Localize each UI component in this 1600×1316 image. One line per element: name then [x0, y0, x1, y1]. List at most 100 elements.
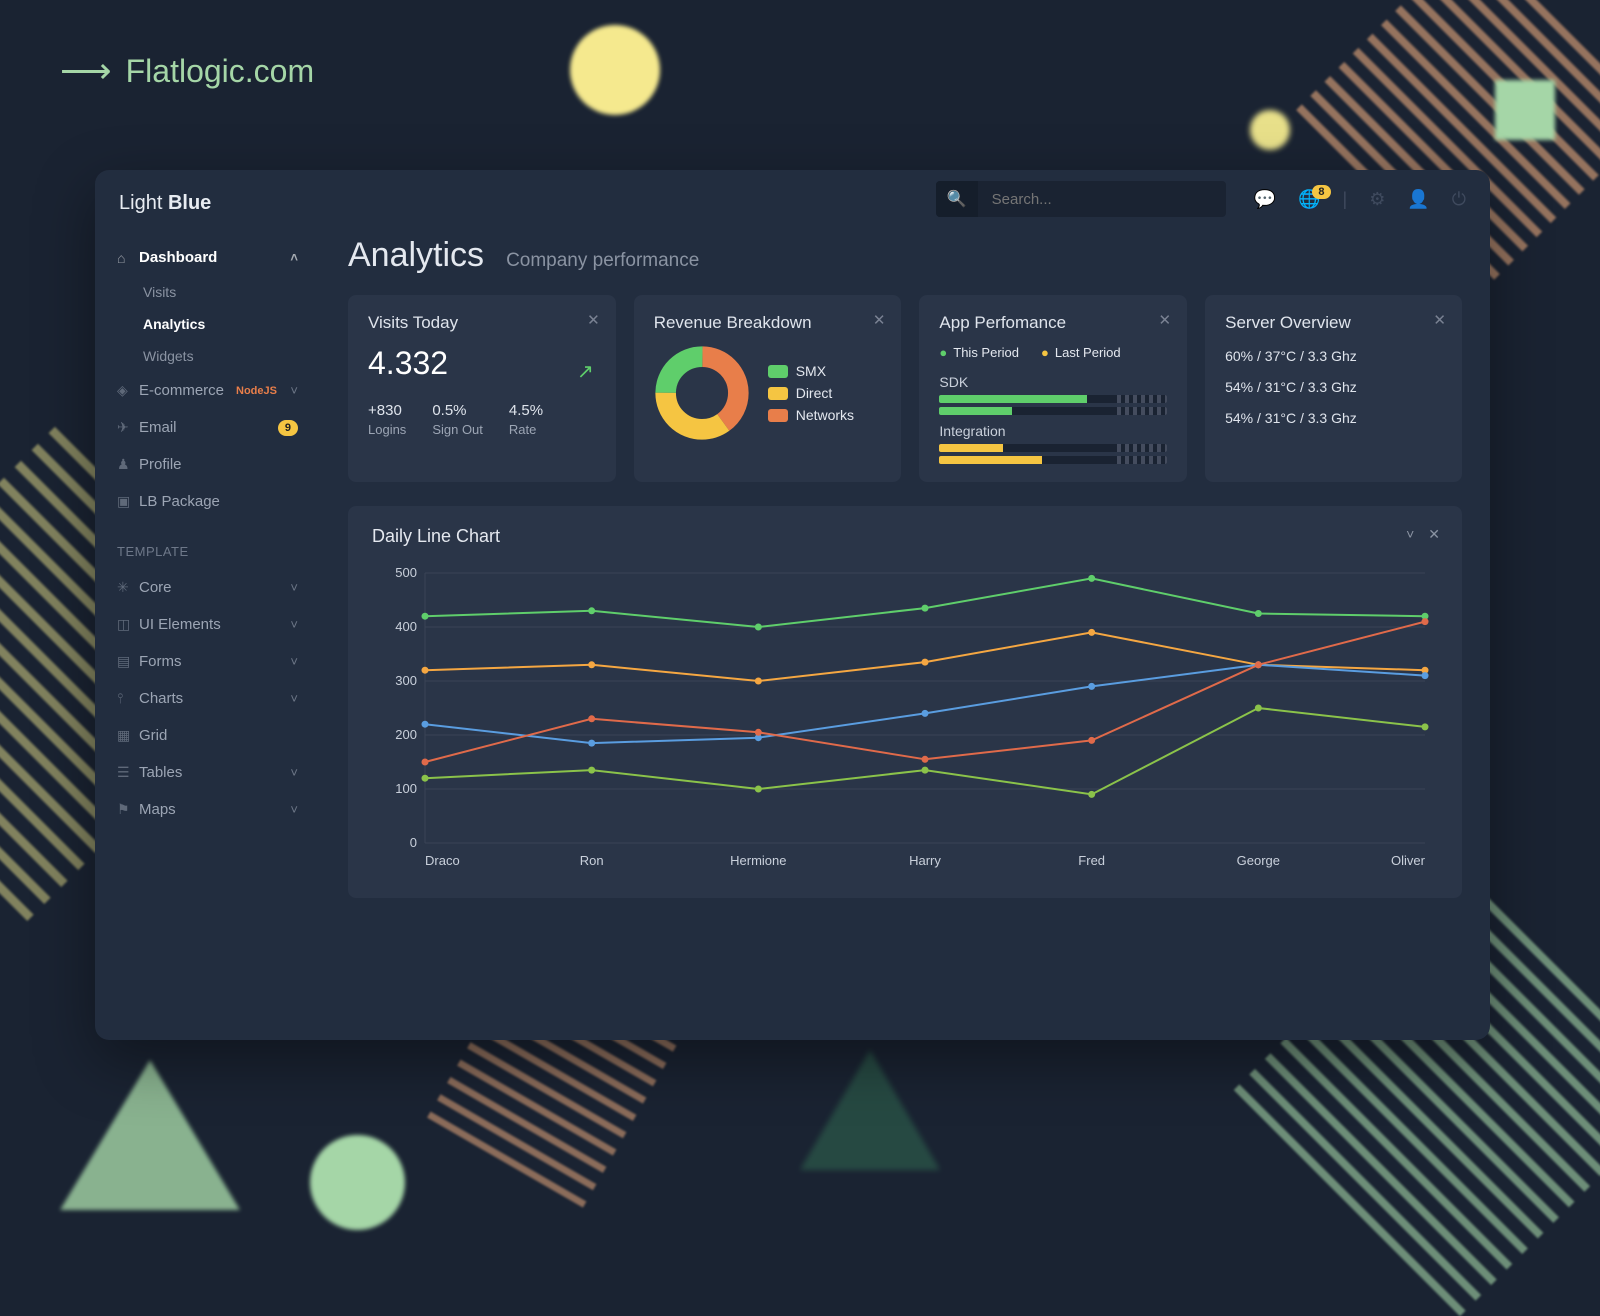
visits-value: 4.332: [368, 345, 596, 382]
chevron-down-icon: ˅: [290, 617, 298, 632]
chart-icon: ⫯: [117, 690, 139, 707]
sidebar-item-label: Email: [139, 419, 177, 436]
svg-text:Harry: Harry: [909, 853, 941, 868]
card-title: Revenue Breakdown: [654, 313, 882, 333]
line-chart: 0100200300400500DracoRonHermioneHarryFre…: [372, 563, 1438, 873]
legend-swatch: [768, 365, 788, 378]
sidebar-item-charts[interactable]: ⫯Charts˅: [95, 680, 320, 717]
page-subtitle: Company performance: [506, 250, 699, 272]
legend-label: Networks: [796, 407, 854, 423]
table-icon: ☰: [117, 764, 139, 781]
svg-text:100: 100: [395, 781, 417, 796]
svg-text:Ron: Ron: [580, 853, 604, 868]
server-row: 54% / 31°C / 3.3 Ghz: [1225, 379, 1442, 395]
sidebar-item-ecommerce[interactable]: ◈ E-commerce NodeJS ˅: [95, 372, 320, 409]
card-revenue: ✕ Revenue Breakdown SMX Direct Networks: [634, 295, 902, 482]
card-title: App Perfomance: [939, 313, 1167, 333]
grid-icon: ▦: [117, 727, 139, 744]
chevron-down-icon: ˅: [290, 580, 298, 595]
sidebar-item-label: Core: [139, 579, 172, 596]
close-icon[interactable]: ✕: [1159, 311, 1172, 329]
chevron-down-icon[interactable]: ˅: [1406, 526, 1414, 543]
svg-text:Draco: Draco: [425, 853, 460, 868]
sidebar-section-label: TEMPLATE: [95, 520, 320, 569]
sidebar-item-core[interactable]: ✳Core˅: [95, 569, 320, 606]
search-button[interactable]: 🔍: [936, 181, 978, 217]
stat-label: Logins: [368, 422, 406, 437]
sidebar: Light Blue ⌂ Dashboard ˄ Visits Analytic…: [95, 170, 320, 1040]
sidebar-item-ui[interactable]: ◫UI Elements ˅: [95, 606, 320, 643]
svg-text:500: 500: [395, 565, 417, 580]
sidebar-item-forms[interactable]: ▤Forms˅: [95, 643, 320, 680]
legend-label: Direct: [796, 385, 833, 401]
sidebar-item-dashboard[interactable]: ⌂ Dashboard ˄: [95, 239, 320, 276]
progress-bar: [939, 444, 1167, 452]
sidebar-item-label: UI Elements: [139, 616, 221, 633]
legend-last-period: Last Period: [1041, 345, 1121, 360]
layers-icon: ◫: [117, 616, 139, 633]
chevron-down-icon: ˅: [290, 802, 298, 817]
donut-chart: [654, 345, 750, 441]
perf-label: Integration: [939, 423, 1167, 439]
user-icon: ♟: [117, 456, 139, 473]
search-wrap: 🔍: [936, 181, 1226, 217]
power-icon[interactable]: ⏻: [1452, 189, 1466, 210]
card-title: Daily Line Chart: [372, 526, 1438, 547]
card-title: Visits Today: [368, 313, 596, 333]
trend-up-icon: ↗: [577, 359, 594, 384]
sidebar-item-profile[interactable]: ♟ Profile: [95, 446, 320, 483]
progress-bar: [939, 456, 1167, 464]
sidebar-sub-visits[interactable]: Visits: [95, 276, 320, 308]
legend-item: Networks: [768, 407, 854, 423]
sidebar-item-email[interactable]: ✈ Email 9: [95, 409, 320, 446]
card-server: ✕ Server Overview 60% / 37°C / 3.3 Ghz54…: [1205, 295, 1462, 482]
close-icon[interactable]: ✕: [873, 311, 886, 329]
server-row: 60% / 37°C / 3.3 Ghz: [1225, 348, 1442, 364]
arrow-right-icon: ⟶: [60, 50, 108, 92]
globe-icon[interactable]: 🌐: [1298, 189, 1320, 210]
chevron-down-icon: ˅: [290, 691, 298, 706]
sidebar-item-tables[interactable]: ☰Tables˅: [95, 754, 320, 791]
close-icon[interactable]: ✕: [1428, 526, 1440, 543]
legend-swatch: [768, 409, 788, 422]
legend-item: SMX: [768, 363, 854, 379]
svg-text:Hermione: Hermione: [730, 853, 786, 868]
svg-text:Oliver: Oliver: [1391, 853, 1426, 868]
card-app-performance: ✕ App Perfomance This Period Last Period…: [919, 295, 1187, 482]
close-icon[interactable]: ✕: [587, 311, 600, 329]
brand-light: Light: [119, 192, 168, 214]
sidebar-sub-widgets[interactable]: Widgets: [95, 340, 320, 372]
stat-value: 4.5%: [509, 402, 543, 419]
chevron-up-icon: ˄: [290, 250, 298, 265]
sidebar-item-label: LB Package: [139, 493, 220, 510]
dashboard-window: Light Blue ⌂ Dashboard ˄ Visits Analytic…: [95, 170, 1490, 1040]
sidebar-item-label: Grid: [139, 727, 167, 744]
sidebar-item-grid[interactable]: ▦Grid: [95, 717, 320, 754]
svg-text:George: George: [1237, 853, 1280, 868]
sidebar-sub-analytics[interactable]: Analytics: [95, 308, 320, 340]
close-icon[interactable]: ✕: [1433, 311, 1446, 329]
send-icon: ✈: [117, 419, 139, 436]
gear-icon[interactable]: ⚙: [1369, 189, 1385, 210]
external-link-text: Flatlogic.com: [126, 53, 315, 90]
sidebar-item-maps[interactable]: ⚑Maps˅: [95, 791, 320, 828]
legend-this-period: This Period: [939, 345, 1019, 360]
chat-icon[interactable]: 💬: [1254, 189, 1276, 210]
sidebar-item-label: E-commerce: [139, 382, 224, 399]
brand-logo[interactable]: Light Blue: [95, 192, 320, 239]
package-icon: ▣: [117, 493, 139, 510]
search-input[interactable]: [978, 181, 1226, 217]
server-row: 54% / 31°C / 3.3 Ghz: [1225, 410, 1442, 426]
page-title: Analytics: [348, 236, 484, 275]
legend-swatch: [768, 387, 788, 400]
svg-text:300: 300: [395, 673, 417, 688]
svg-text:Fred: Fred: [1078, 853, 1105, 868]
diamond-icon: ◈: [117, 382, 139, 399]
external-link[interactable]: ⟶ Flatlogic.com: [60, 50, 314, 92]
sidebar-item-label: Maps: [139, 801, 176, 818]
card-daily-chart: Daily Line Chart ˅ ✕ 0100200300400500Dra…: [348, 506, 1462, 898]
sidebar-item-package[interactable]: ▣ LB Package: [95, 483, 320, 520]
sidebar-item-label: Profile: [139, 456, 182, 473]
user-icon[interactable]: 👤: [1407, 189, 1429, 210]
progress-bar: [939, 395, 1167, 403]
